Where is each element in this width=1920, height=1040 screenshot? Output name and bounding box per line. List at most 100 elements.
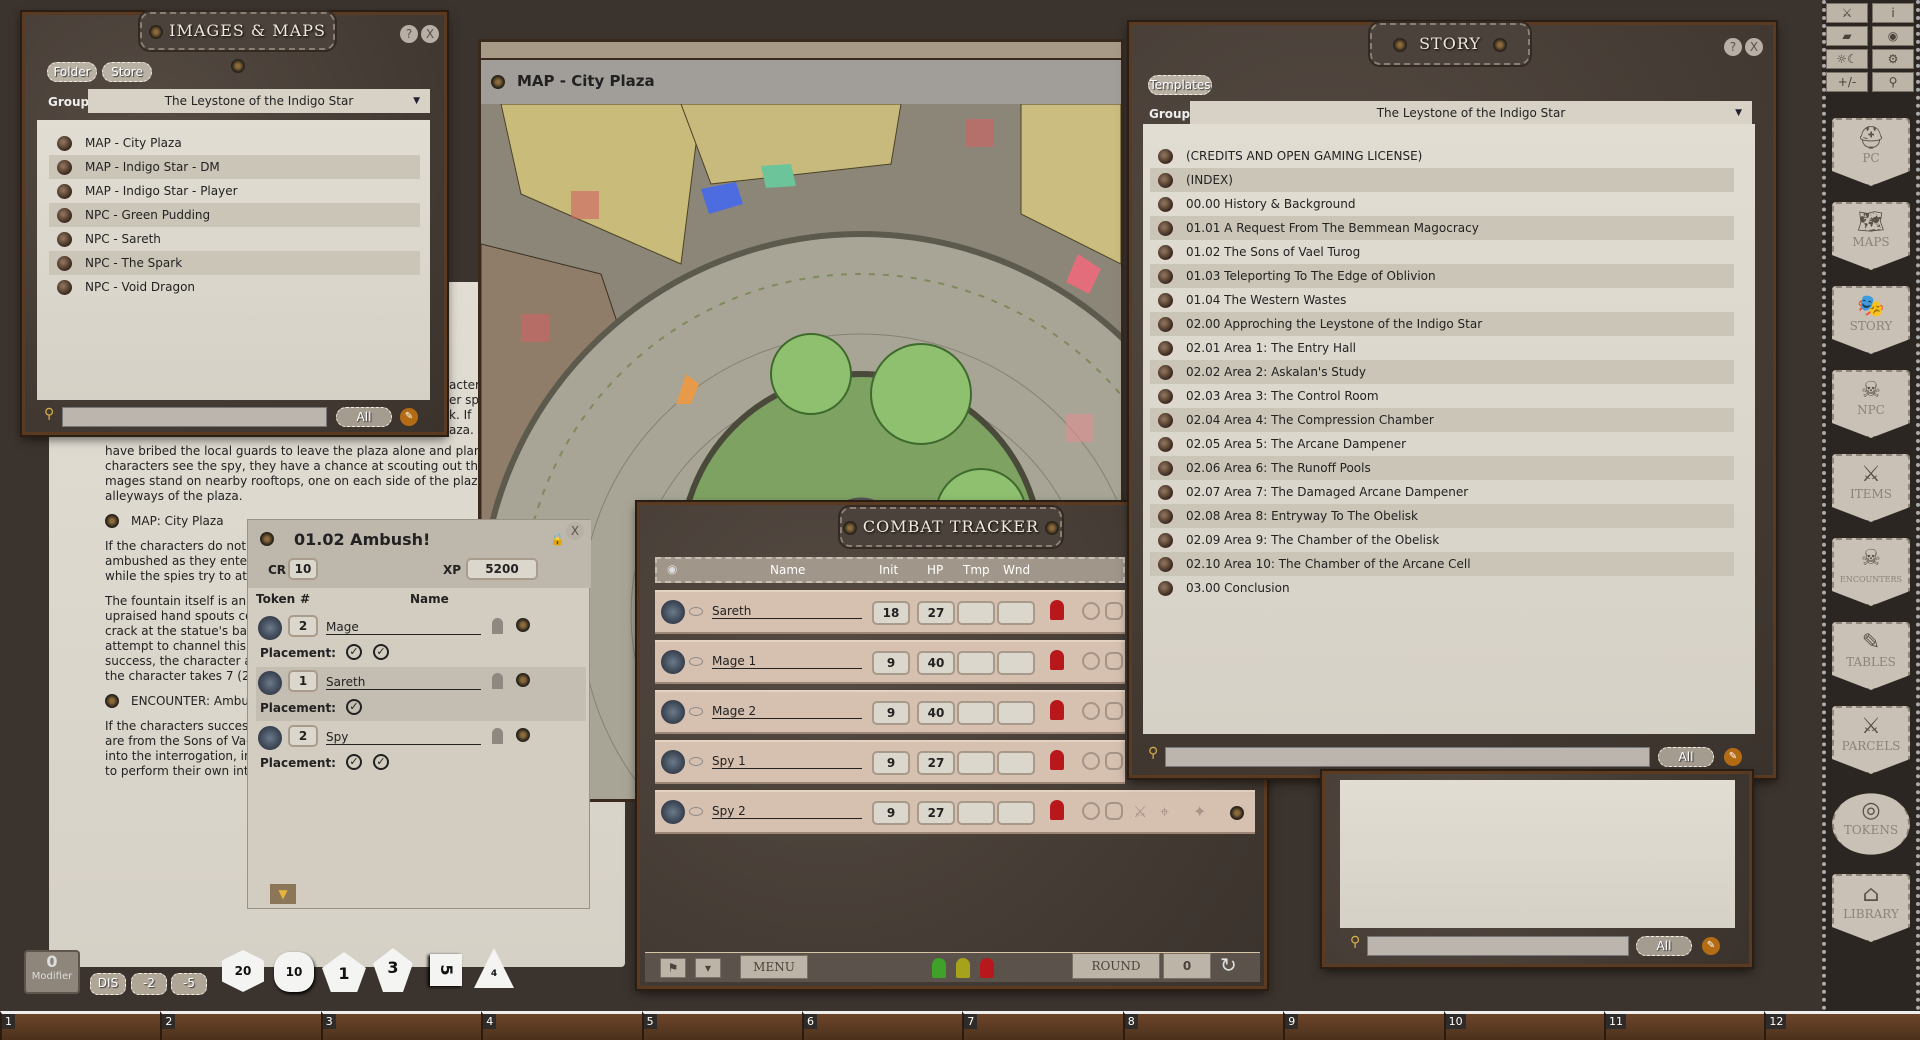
list-item[interactable]: (INDEX) bbox=[1150, 168, 1734, 192]
hotbar-slot[interactable]: 5 bbox=[641, 1011, 803, 1040]
list-item[interactable]: 02.08 Area 8: Entryway To The Obelisk bbox=[1150, 504, 1734, 528]
link-icon[interactable] bbox=[1158, 365, 1173, 380]
images-search-input[interactable] bbox=[62, 407, 327, 427]
link-icon[interactable] bbox=[1158, 245, 1173, 260]
token-icon[interactable] bbox=[258, 671, 282, 695]
filter-all-button[interactable]: All bbox=[336, 407, 392, 427]
hotbar-slot[interactable]: 1 bbox=[0, 1011, 161, 1040]
link-icon[interactable] bbox=[1158, 533, 1173, 548]
ct-hp-field[interactable]: 27 bbox=[917, 751, 955, 775]
collapse-button[interactable]: ▾ bbox=[695, 958, 721, 978]
list-item[interactable]: 02.07 Area 7: The Damaged Arcane Dampene… bbox=[1150, 480, 1734, 504]
list-item[interactable]: NPC - Green Pudding bbox=[49, 203, 420, 227]
link-icon[interactable] bbox=[57, 136, 72, 151]
lower-search-input[interactable] bbox=[1367, 936, 1629, 956]
xp-field[interactable]: 5200 bbox=[466, 558, 538, 580]
target-icon[interactable] bbox=[1082, 802, 1100, 820]
ct-row[interactable]: Mage 1 9 40 bbox=[655, 640, 1125, 684]
effects-icon[interactable] bbox=[1105, 702, 1123, 720]
d10-die[interactable]: 10 bbox=[274, 952, 314, 992]
placement-check-icon[interactable]: ✓ bbox=[346, 644, 362, 660]
list-item[interactable]: 00.00 History & Background bbox=[1150, 192, 1734, 216]
toolbar-button[interactable]: ▰ bbox=[1826, 26, 1868, 46]
faction-helm-icon[interactable] bbox=[1050, 650, 1064, 670]
ct-name[interactable]: Spy 1 bbox=[712, 754, 862, 769]
next-actor-button[interactable]: ⚑ bbox=[660, 958, 686, 978]
close-button[interactable]: X bbox=[1745, 38, 1763, 56]
ct-hp-field[interactable]: 40 bbox=[917, 701, 955, 725]
ct-tmp-field[interactable] bbox=[957, 751, 995, 775]
list-item[interactable]: 02.01 Area 1: The Entry Hall bbox=[1150, 336, 1734, 360]
link-icon[interactable] bbox=[1158, 437, 1173, 452]
defense-icon[interactable]: ⌖ bbox=[1160, 802, 1169, 822]
ct-tmp-field[interactable] bbox=[957, 701, 995, 725]
store-button[interactable]: Store bbox=[102, 62, 152, 82]
faction-filter-icon[interactable] bbox=[932, 958, 946, 978]
filter-all-button[interactable]: All bbox=[1636, 936, 1692, 956]
faction-helm-icon[interactable] bbox=[492, 728, 503, 744]
link-icon[interactable] bbox=[57, 232, 72, 247]
hotbar-slot[interactable]: 6 bbox=[802, 1011, 963, 1040]
token-icon[interactable] bbox=[661, 650, 685, 674]
visibility-icon[interactable] bbox=[689, 607, 703, 616]
ct-row[interactable]: Spy 1 9 27 bbox=[655, 740, 1125, 784]
visibility-icon[interactable] bbox=[689, 757, 703, 766]
ct-name[interactable]: Mage 1 bbox=[712, 654, 862, 669]
npc-count-field[interactable]: 2 bbox=[288, 725, 318, 747]
faction-helm-icon[interactable] bbox=[1050, 750, 1064, 770]
target-icon[interactable] bbox=[1082, 752, 1100, 770]
ct-row[interactable]: Spy 2 9 27 ⚔ ⌖ ✦ bbox=[655, 790, 1255, 834]
help-button[interactable]: ? bbox=[400, 25, 418, 43]
list-item[interactable]: 02.03 Area 3: The Control Room bbox=[1150, 384, 1734, 408]
list-item[interactable]: 02.05 Area 5: The Arcane Dampener bbox=[1150, 432, 1734, 456]
list-item[interactable]: MAP - Indigo Star - DM bbox=[49, 155, 420, 179]
list-item[interactable]: 02.09 Area 9: The Chamber of the Obelisk bbox=[1150, 528, 1734, 552]
ct-wnd-field[interactable] bbox=[997, 801, 1035, 825]
target-icon[interactable] bbox=[1082, 602, 1100, 620]
dis-button[interactable]: DIS bbox=[90, 973, 126, 995]
help-button[interactable]: ? bbox=[1724, 38, 1742, 56]
toolbar-button[interactable]: ◉ bbox=[1872, 26, 1914, 46]
ct-row[interactable]: Sareth 18 27 bbox=[655, 590, 1125, 634]
placement-check-icon[interactable]: ✓ bbox=[346, 699, 362, 715]
list-item[interactable]: 02.06 Area 6: The Runoff Pools bbox=[1150, 456, 1734, 480]
spell-icon[interactable]: ✦ bbox=[1193, 802, 1206, 821]
link-icon[interactable] bbox=[491, 75, 505, 89]
npc-name[interactable]: Spy bbox=[326, 730, 481, 745]
token-icon[interactable] bbox=[661, 700, 685, 724]
attack-icon[interactable]: ⚔ bbox=[1133, 802, 1147, 821]
minus-2-button[interactable]: -2 bbox=[131, 973, 167, 995]
hotbar-slot[interactable]: 4 bbox=[481, 1011, 643, 1040]
hotbar-slot[interactable]: 7 bbox=[962, 1011, 1124, 1040]
ct-tmp-field[interactable] bbox=[957, 801, 995, 825]
faction-helm-icon[interactable] bbox=[1050, 600, 1064, 620]
link-icon[interactable] bbox=[1158, 581, 1173, 596]
link-icon[interactable] bbox=[1230, 806, 1244, 820]
npc-name[interactable]: Sareth bbox=[326, 675, 481, 690]
hotbar-slot[interactable]: 9 bbox=[1283, 1011, 1445, 1040]
hotbar-slot[interactable]: 12 bbox=[1764, 1011, 1920, 1040]
group-dropdown[interactable]: The Leystone of the Indigo Star ▼ bbox=[1190, 101, 1752, 125]
faction-helm-icon[interactable] bbox=[492, 673, 503, 689]
link-icon[interactable] bbox=[1158, 317, 1173, 332]
link-icon[interactable] bbox=[1158, 293, 1173, 308]
list-item[interactable]: NPC - Void Dragon bbox=[49, 275, 420, 299]
list-item[interactable]: 02.02 Area 2: Askalan's Study bbox=[1150, 360, 1734, 384]
link-icon[interactable] bbox=[1158, 149, 1173, 164]
ct-hp-field[interactable]: 27 bbox=[917, 601, 955, 625]
link-icon[interactable] bbox=[57, 208, 72, 223]
ct-init-field[interactable]: 9 bbox=[872, 651, 910, 675]
effects-icon[interactable] bbox=[1105, 752, 1123, 770]
ct-wnd-field[interactable] bbox=[997, 651, 1035, 675]
toolbar-button[interactable]: i bbox=[1872, 3, 1914, 23]
edit-icon[interactable]: ✎ bbox=[1724, 748, 1742, 766]
link-icon[interactable] bbox=[1158, 461, 1173, 476]
list-item[interactable]: NPC - The Spark bbox=[49, 251, 420, 275]
link-icon[interactable] bbox=[1158, 557, 1173, 572]
link-icon[interactable] bbox=[1158, 389, 1173, 404]
target-icon[interactable] bbox=[1082, 702, 1100, 720]
list-item[interactable]: 02.00 Approching the Leystone of the Ind… bbox=[1150, 312, 1734, 336]
effects-icon[interactable] bbox=[1105, 802, 1123, 820]
hotbar-slot[interactable]: 11 bbox=[1604, 1011, 1765, 1040]
visibility-icon[interactable]: ◉ bbox=[667, 562, 677, 576]
